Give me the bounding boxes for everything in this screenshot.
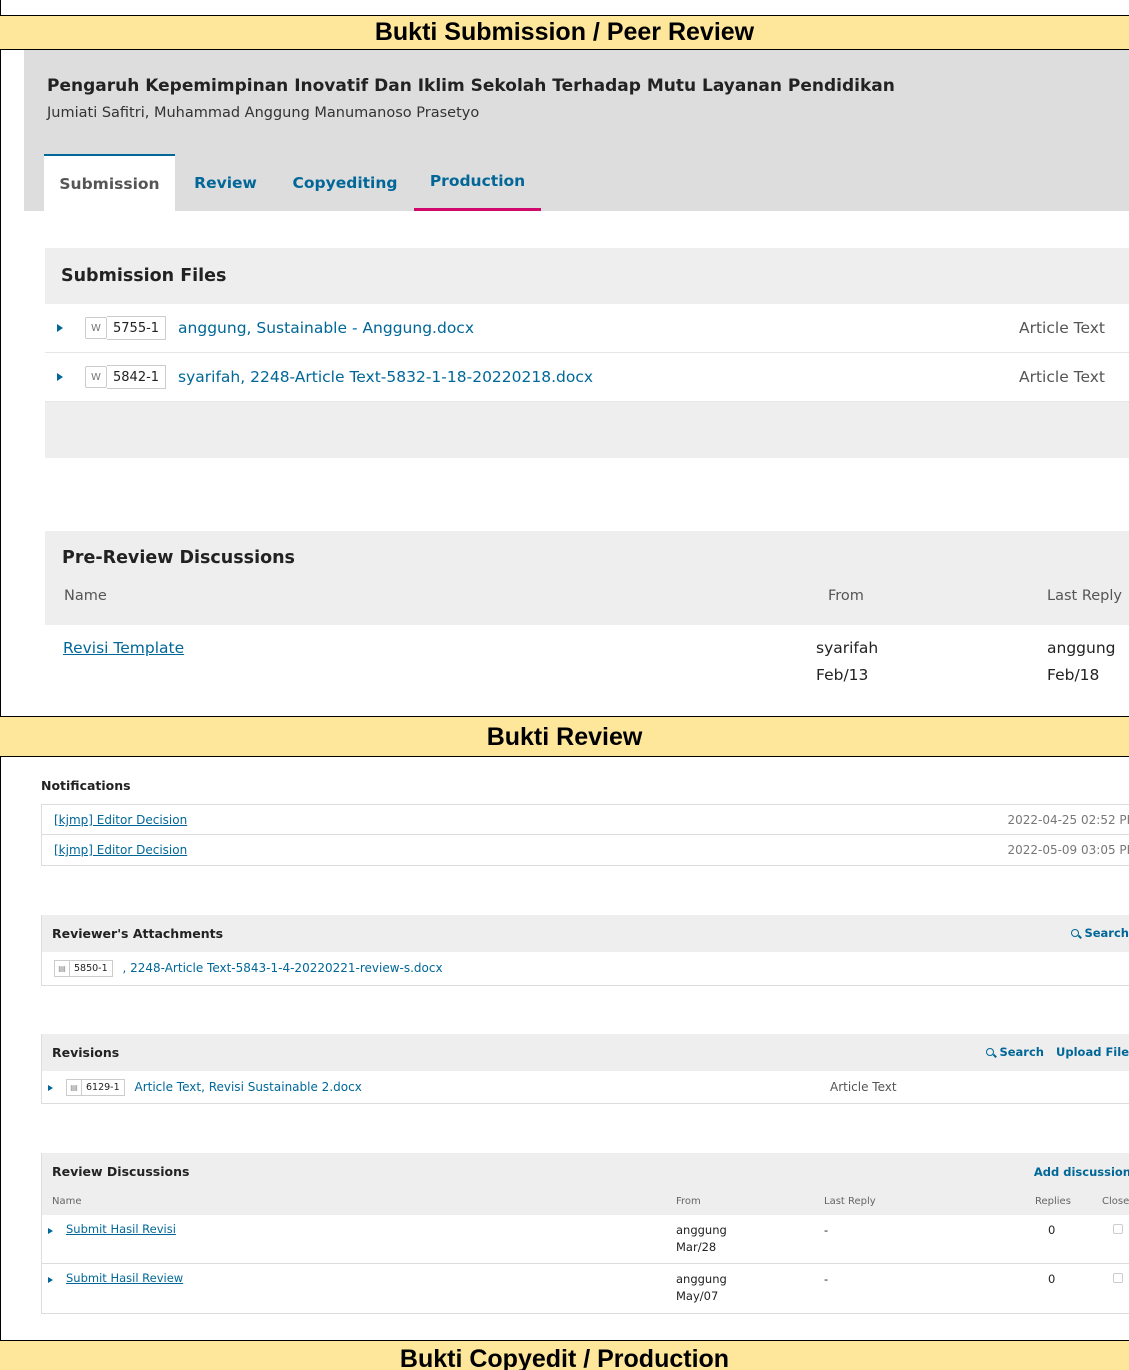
- closed-checkbox[interactable]: [1113, 1224, 1123, 1234]
- file-id: 5755-1: [107, 316, 167, 340]
- search-icon: [986, 1047, 995, 1056]
- discussion-from-user: syarifah: [816, 639, 879, 657]
- file-row[interactable]: W 5842-1 syarifah, 2248-Article Text-583…: [45, 353, 1129, 402]
- copyedit-banner: Bukti Copyedit / Production: [0, 1340, 1129, 1370]
- attachment-link[interactable]: , 2248-Article Text-5843-1-4-20220221-re…: [122, 961, 442, 975]
- closed-checkbox[interactable]: [1113, 1273, 1123, 1283]
- file-type: Article Text: [1019, 368, 1105, 386]
- review-discussions-title: Review Discussions: [52, 1164, 190, 1179]
- tab-copyediting[interactable]: Copyediting: [276, 154, 414, 211]
- discussion-row: Submit Hasil Revisi anggung Mar/28 - 0: [42, 1215, 1129, 1264]
- submission-authors: Jumiati Safitri, Muhammad Anggung Manuma…: [47, 105, 480, 121]
- discussion-link[interactable]: Submit Hasil Review: [66, 1271, 183, 1285]
- notifications-list: [kjmp] Editor Decision 2022-04-25 02:52 …: [41, 804, 1129, 866]
- discussion-row: Revisi Template syarifah Feb/13 anggung …: [45, 625, 1129, 698]
- discussion-reply-user: anggung: [1047, 639, 1116, 657]
- tab-production[interactable]: Production: [414, 154, 541, 211]
- revisions-header: Revisions Search Upload File: [42, 1034, 1129, 1071]
- revision-link[interactable]: Article Text, Revisi Sustainable 2.docx: [134, 1080, 361, 1094]
- column-from: From: [828, 588, 864, 604]
- file-id: 5842-1: [107, 365, 167, 389]
- discussion-link[interactable]: Revisi Template: [63, 639, 184, 657]
- discussion-last-reply: -: [824, 1272, 829, 1286]
- doc-icon: ▤: [54, 960, 70, 977]
- discussion-replies: 0: [1048, 1272, 1056, 1286]
- notifications-title: Notifications: [41, 778, 131, 793]
- discussion-reply-date: Feb/18: [1047, 666, 1100, 684]
- file-link[interactable]: anggung, Sustainable - Anggung.docx: [178, 319, 474, 337]
- column-headers: Name From Last Reply: [62, 582, 1129, 612]
- expand-arrow-icon[interactable]: [57, 373, 63, 381]
- upload-file-button[interactable]: Upload File: [1056, 1034, 1129, 1071]
- notification-date: 2022-05-09 03:05 PM: [1007, 843, 1129, 857]
- notification-link[interactable]: [kjmp] Editor Decision: [54, 805, 187, 835]
- discussion-link[interactable]: Submit Hasil Revisi: [66, 1222, 176, 1236]
- expand-arrow-icon[interactable]: [48, 1223, 53, 1237]
- column-name: Name: [52, 1196, 82, 1207]
- column-from: From: [676, 1196, 701, 1207]
- notification-link[interactable]: [kjmp] Editor Decision: [54, 835, 187, 865]
- discussion-replies: 0: [1048, 1223, 1056, 1237]
- workflow-tabs: Submission Review Copyediting Production: [44, 154, 541, 211]
- discussion-from-user: anggung: [676, 1272, 727, 1286]
- pre-review-title: Pre-Review Discussions: [62, 548, 295, 568]
- discussion-from-date: May/07: [676, 1289, 719, 1303]
- discussion-row: Submit Hasil Review anggung May/07 - 0: [42, 1264, 1129, 1313]
- add-discussion-button[interactable]: Add discussion: [1034, 1165, 1129, 1179]
- revision-row: ▤ 6129-1 Article Text, Revisi Sustainable…: [42, 1071, 1129, 1103]
- attachment-row: ▤ 5850-1 , 2248-Article Text-5843-1-4-202…: [42, 952, 1129, 985]
- submission-banner: Bukti Submission / Peer Review: [0, 15, 1129, 50]
- column-replies: Replies: [1035, 1196, 1071, 1207]
- expand-arrow-icon[interactable]: [48, 1071, 53, 1103]
- attachment-file: ▤ 5850-1 , 2248-Article Text-5843-1-4-202…: [54, 952, 443, 985]
- file-type: Article Text: [1019, 319, 1105, 337]
- revisions-panel: Revisions Search Upload File ▤ 6129-1 Art…: [41, 1034, 1129, 1104]
- review-discussions-header: Review Discussions Add discussion Name F…: [42, 1153, 1129, 1215]
- review-banner: Bukti Review: [0, 716, 1129, 757]
- submission-files-panel: Submission Files W 5755-1 anggung, Susta…: [45, 248, 1129, 458]
- review-discussions-panel: Review Discussions Add discussion Name F…: [41, 1153, 1129, 1314]
- notification-row: [kjmp] Editor Decision 2022-05-09 03:05 …: [42, 835, 1129, 865]
- column-name: Name: [64, 588, 107, 604]
- expand-arrow-icon[interactable]: [48, 1272, 53, 1286]
- discussion-last-reply: -: [824, 1223, 829, 1237]
- expand-arrow-icon[interactable]: [57, 324, 63, 332]
- word-doc-icon: W: [85, 317, 107, 339]
- pre-review-discussions-panel: Pre-Review Discussions Name From Last Re…: [45, 531, 1129, 698]
- tab-submission[interactable]: Submission: [44, 154, 175, 211]
- file-row[interactable]: W 5755-1 anggung, Sustainable - Anggung.…: [45, 304, 1129, 353]
- file-link[interactable]: syarifah, 2248-Article Text-5832-1-18-20…: [178, 368, 593, 386]
- attachments-search-button[interactable]: Search: [1071, 915, 1129, 952]
- panel-footer: [45, 402, 1129, 458]
- file-id: 5850-1: [70, 960, 113, 977]
- discussion-from-date: Feb/13: [816, 666, 869, 684]
- column-closed: Closed: [1102, 1196, 1129, 1207]
- notification-date: 2022-04-25 02:52 PM: [1007, 813, 1129, 827]
- search-icon: [1071, 928, 1080, 937]
- submission-title: Pengaruh Kepemimpinan Inovatif Dan Iklim…: [47, 76, 895, 96]
- reviewer-attachments-panel: Reviewer's Attachments Search ▤ 5850-1 , …: [41, 915, 1129, 986]
- discussion-from-user: anggung: [676, 1223, 727, 1237]
- file-id: 6129-1: [82, 1079, 125, 1096]
- word-doc-icon: W: [85, 366, 107, 388]
- notification-row: [kjmp] Editor Decision 2022-04-25 02:52 …: [42, 805, 1129, 835]
- column-last-reply: Last Reply: [824, 1196, 876, 1207]
- attachments-header: Reviewer's Attachments Search: [42, 915, 1129, 952]
- revisions-title: Revisions: [52, 1045, 120, 1060]
- tab-review[interactable]: Review: [175, 154, 276, 211]
- pre-review-header: Pre-Review Discussions Name From Last Re…: [45, 531, 1129, 625]
- submission-header: Pengaruh Kepemimpinan Inovatif Dan Iklim…: [24, 50, 1129, 211]
- doc-icon: ▤: [66, 1079, 82, 1096]
- revision-type: Article Text: [830, 1080, 897, 1094]
- column-last-reply: Last Reply: [1047, 588, 1122, 604]
- revision-file: ▤ 6129-1 Article Text, Revisi Sustainable…: [66, 1071, 362, 1103]
- attachments-title: Reviewer's Attachments: [52, 926, 224, 941]
- submission-files-title: Submission Files: [45, 248, 1129, 304]
- revisions-search-button[interactable]: Search: [986, 1034, 1044, 1071]
- discussion-from-date: Mar/28: [676, 1240, 717, 1254]
